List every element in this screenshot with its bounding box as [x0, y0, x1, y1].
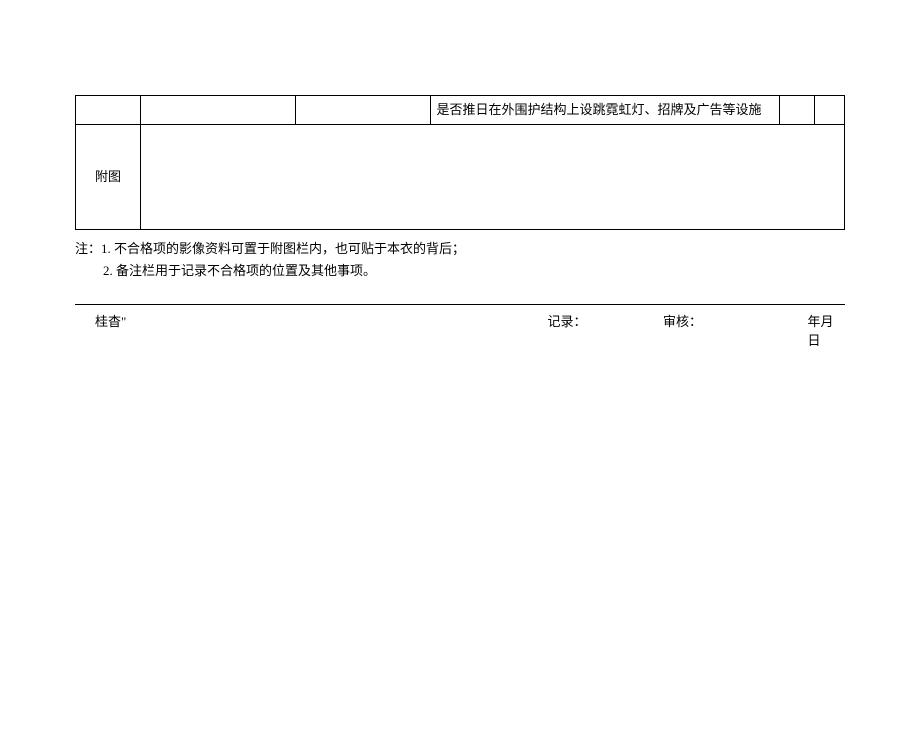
cell-attachment-content [140, 124, 844, 229]
cell-r1-c5 [780, 96, 815, 125]
inspection-table: 是否推日在外围护结构上设跳霓虹灯、招牌及广告等设施 附图 [75, 95, 845, 230]
signature-record: 记录： [548, 311, 664, 349]
signature-row: 桂杳" 记录： 审核： 年月日 [75, 311, 845, 349]
signature-inspect: 桂杳" [95, 311, 548, 349]
cell-r1-c6 [815, 96, 845, 125]
notes-section: 注：1. 不合格项的影像资料可置于附图栏内，也可贴于本衣的背后； 2. 备注栏用… [75, 238, 845, 282]
cell-r1-c3 [295, 96, 430, 125]
note-line-2: 2. 备注栏用于记录不合格项的位置及其他事项。 [75, 260, 845, 282]
signature-review: 审核： [663, 311, 807, 349]
signature-date: 年月日 [807, 311, 845, 349]
cell-attachment-label: 附图 [76, 124, 141, 229]
cell-r1-c2 [140, 96, 295, 125]
cell-r1-c1 [76, 96, 141, 125]
cell-r1-c4: 是否推日在外围护结构上设跳霓虹灯、招牌及广告等设施 [430, 96, 780, 125]
table-row-2: 附图 [76, 124, 845, 229]
note-line-1: 注：1. 不合格项的影像资料可置于附图栏内，也可贴于本衣的背后； [75, 238, 845, 260]
table-row-1: 是否推日在外围护结构上设跳霓虹灯、招牌及广告等设施 [76, 96, 845, 125]
signature-divider [75, 304, 845, 305]
